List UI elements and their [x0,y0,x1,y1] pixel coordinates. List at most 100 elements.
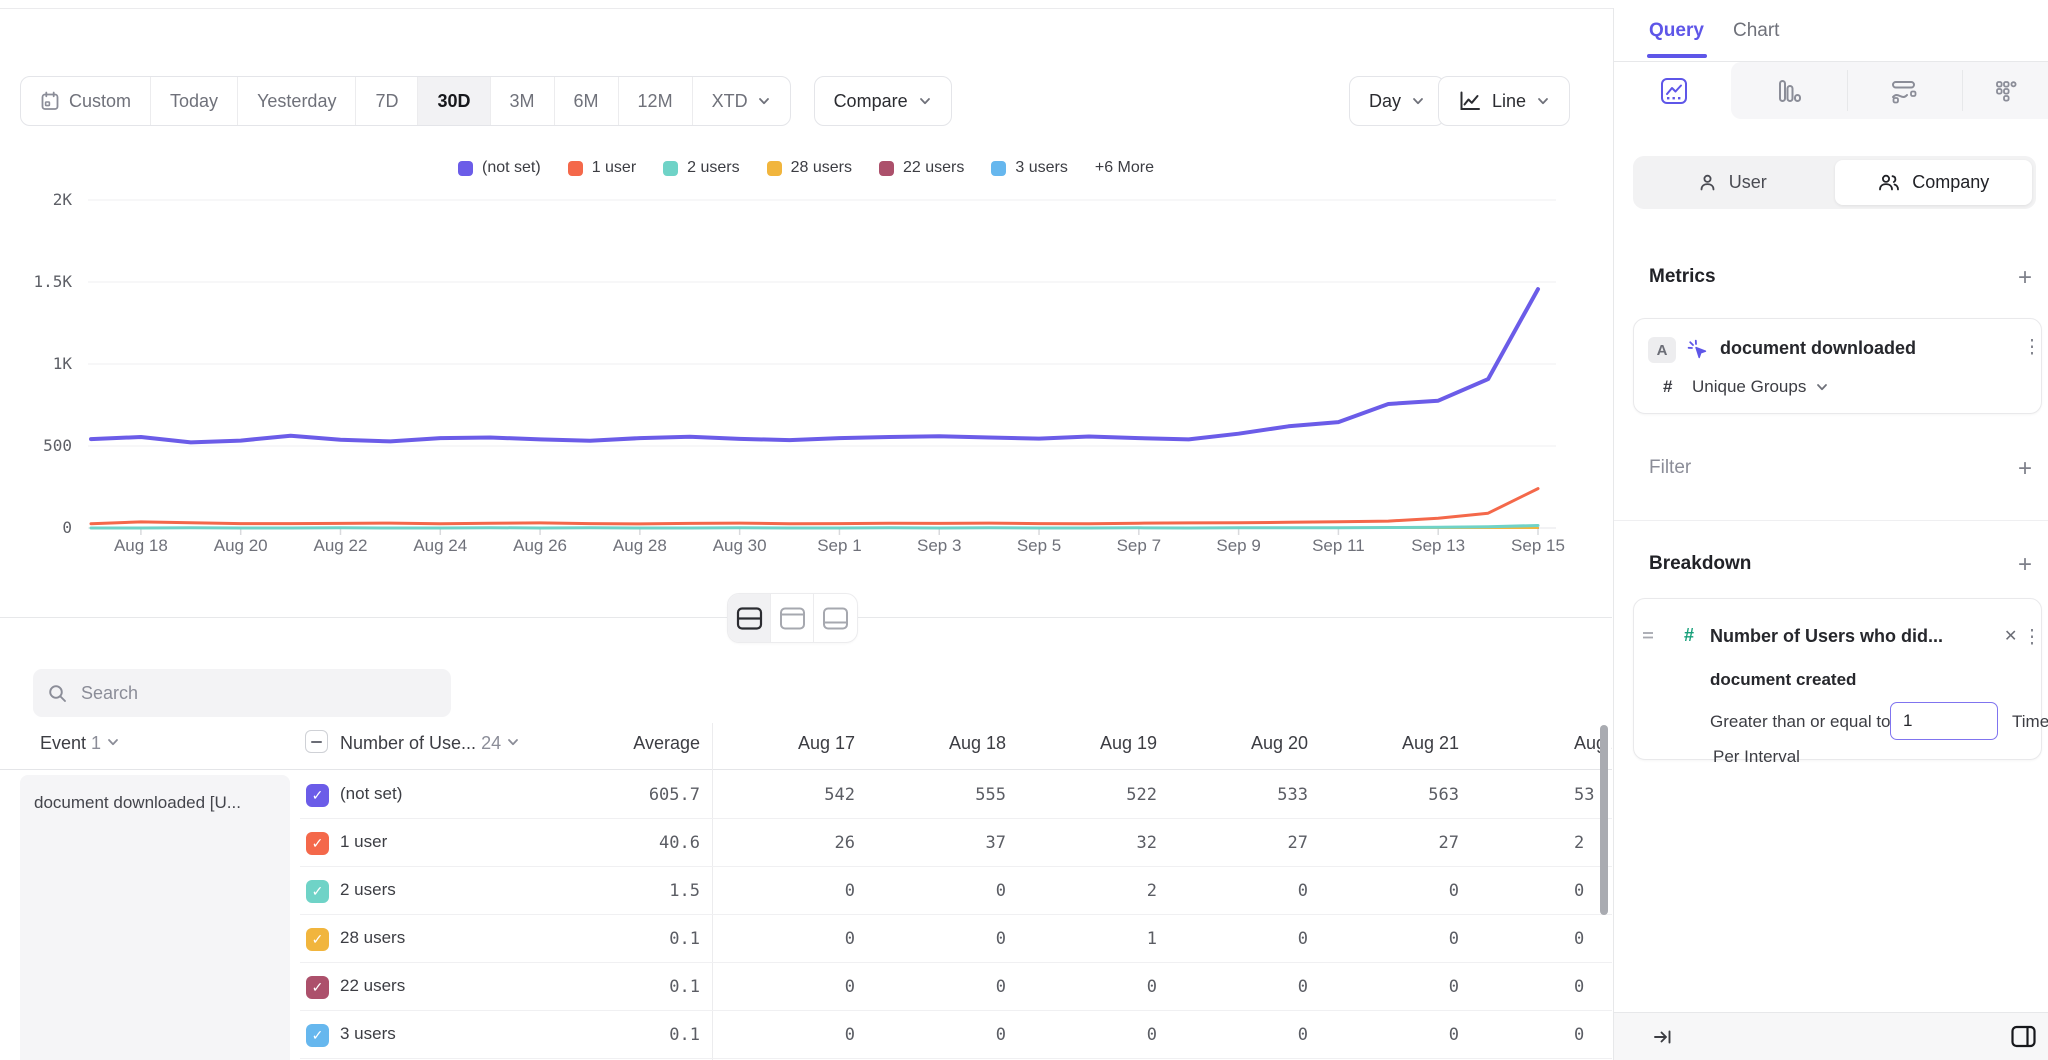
compare-button[interactable]: Compare [814,76,952,126]
breakdown-menu-button[interactable]: ⋮ [2022,626,2042,649]
range-button-xtd[interactable]: XTD [693,77,790,125]
range-button-3m[interactable]: 3M [491,77,555,125]
range-button-7d[interactable]: 7D [356,77,418,125]
range-button-30d[interactable]: 30D [418,77,490,125]
users-column-header[interactable]: Number of Use... 24 [340,733,520,754]
collapse-panel-icon[interactable] [1652,1026,1674,1048]
series-line-1-user[interactable] [91,489,1538,524]
tile-bar-chart[interactable] [1731,62,1846,119]
view-chart-only-button[interactable] [771,594,814,642]
calendar-icon [40,91,60,111]
cell-value: 533 [1168,785,1308,805]
event-row[interactable]: document downloaded [U... [20,775,290,1060]
cell-value: 0 [1574,977,1612,997]
toggle-panel-icon[interactable] [2010,1024,2037,1049]
range-button-today[interactable]: Today [151,77,238,125]
range-button-6m[interactable]: 6M [555,77,619,125]
tab-chart[interactable]: Chart [1733,20,1779,42]
cell-value: 0 [866,881,1006,901]
add-metric-button[interactable]: + [2012,266,2038,292]
breakdown-title[interactable]: Number of Users who did... [1710,626,1943,647]
range-label: Yesterday [257,91,336,112]
add-breakdown-button[interactable]: + [2012,553,2038,579]
active-tab-indicator [1647,54,1707,58]
tile-more-charts[interactable] [1962,62,2048,119]
compare-label: Compare [834,91,908,112]
x-axis-label: Sep 15 [1488,536,1588,556]
add-filter-button[interactable]: + [2012,457,2038,483]
cell-value: 542 [715,785,855,805]
date-range-group: CustomToday Yesterday 7D30D3M6M12MXTD [20,76,791,126]
series-line--not-set-[interactable] [91,289,1538,442]
table-scrollbar[interactable] [1600,725,1608,915]
dots-grid-icon [1991,76,2021,106]
cell-value: 27 [1168,833,1308,853]
chevron-down-icon [1411,94,1425,108]
chart-type-tiles [1614,62,2048,119]
y-axis-label: 2K [0,190,72,209]
panel-footer [1614,1012,2048,1060]
y-axis-label: 1.5K [0,272,72,291]
chart-type-dropdown[interactable]: Line [1438,76,1570,126]
table-row: ✓28 users0.1001000 [300,915,1612,963]
row-checkbox[interactable]: ✓ [306,1024,329,1047]
cell-value: 0 [866,929,1006,949]
event-click-icon [1686,338,1710,362]
interval-dropdown[interactable]: Day [1349,76,1445,126]
view-table-only-button[interactable] [814,594,857,642]
row-label: (not set) [340,784,402,804]
cell-value: 0 [1168,881,1308,901]
event-column-header[interactable]: Event 1 [40,733,120,754]
cell-value: 0 [1319,977,1459,997]
scope-segmented-control: User Company [1633,156,2036,209]
cell-value: 0 [715,881,855,901]
search-input[interactable] [81,683,421,704]
tile-line-chart[interactable] [1616,62,1731,119]
metric-card[interactable]: A document downloaded ⋮ # Unique Groups [1633,318,2042,414]
row-checkbox[interactable]: ✓ [306,880,329,903]
cell-value: 0 [1319,881,1459,901]
row-label: 2 users [340,880,396,900]
range-button-12m[interactable]: 12M [619,77,693,125]
breakdown-event-name[interactable]: document created [1710,670,1856,690]
split-view-icon [736,606,763,631]
series-line-2-users[interactable] [91,526,1538,529]
table-row: ✓3 users0.1000000 [300,1011,1612,1059]
metric-event-name[interactable]: document downloaded [1720,338,1916,359]
x-axis-label: Sep 9 [1189,536,1289,556]
select-all-checkbox[interactable] [305,730,328,753]
x-axis-label: Sep 13 [1388,536,1488,556]
chevron-down-icon [106,735,120,749]
row-checkbox[interactable]: ✓ [306,784,329,807]
tab-query[interactable]: Query [1649,20,1704,42]
scope-company-option[interactable]: Company [1835,160,2033,205]
range-button-yesterday[interactable]: Yesterday [238,77,356,125]
row-checkbox[interactable]: ✓ [306,832,329,855]
average-value: 0.1 [540,929,700,949]
times-label: Times [2012,712,2048,732]
row-checkbox[interactable]: ✓ [306,928,329,951]
top-pane-icon [779,606,806,631]
drag-handle-icon[interactable] [1641,629,1655,641]
metric-menu-button[interactable]: ⋮ [2022,336,2042,359]
scope-user-option[interactable]: User [1633,160,1831,205]
breakdown-card[interactable]: # Number of Users who did... ✕ ⋮ documen… [1633,598,2042,760]
view-split-button[interactable] [728,594,771,642]
user-icon [1697,172,1718,193]
range-button-custom[interactable]: Custom [21,77,151,125]
cell-value: 555 [866,785,1006,805]
cell-value: 522 [1017,785,1157,805]
close-icon[interactable]: ✕ [2004,626,2017,646]
tile-flow-chart[interactable] [1847,62,1962,119]
row-checkbox[interactable]: ✓ [306,976,329,999]
panel-section-divider [1614,520,2048,521]
line-chart[interactable] [0,149,1612,549]
cell-value: 1 [1017,929,1157,949]
chevron-down-icon [757,94,771,108]
event-count: 1 [91,733,101,753]
scope-company-label: Company [1912,172,1989,193]
measure-dropdown[interactable]: Unique Groups [1692,377,1829,397]
chevron-down-icon [506,735,520,749]
table-row: ✓22 users0.1000000 [300,963,1612,1011]
times-value-input[interactable] [1890,702,1998,740]
